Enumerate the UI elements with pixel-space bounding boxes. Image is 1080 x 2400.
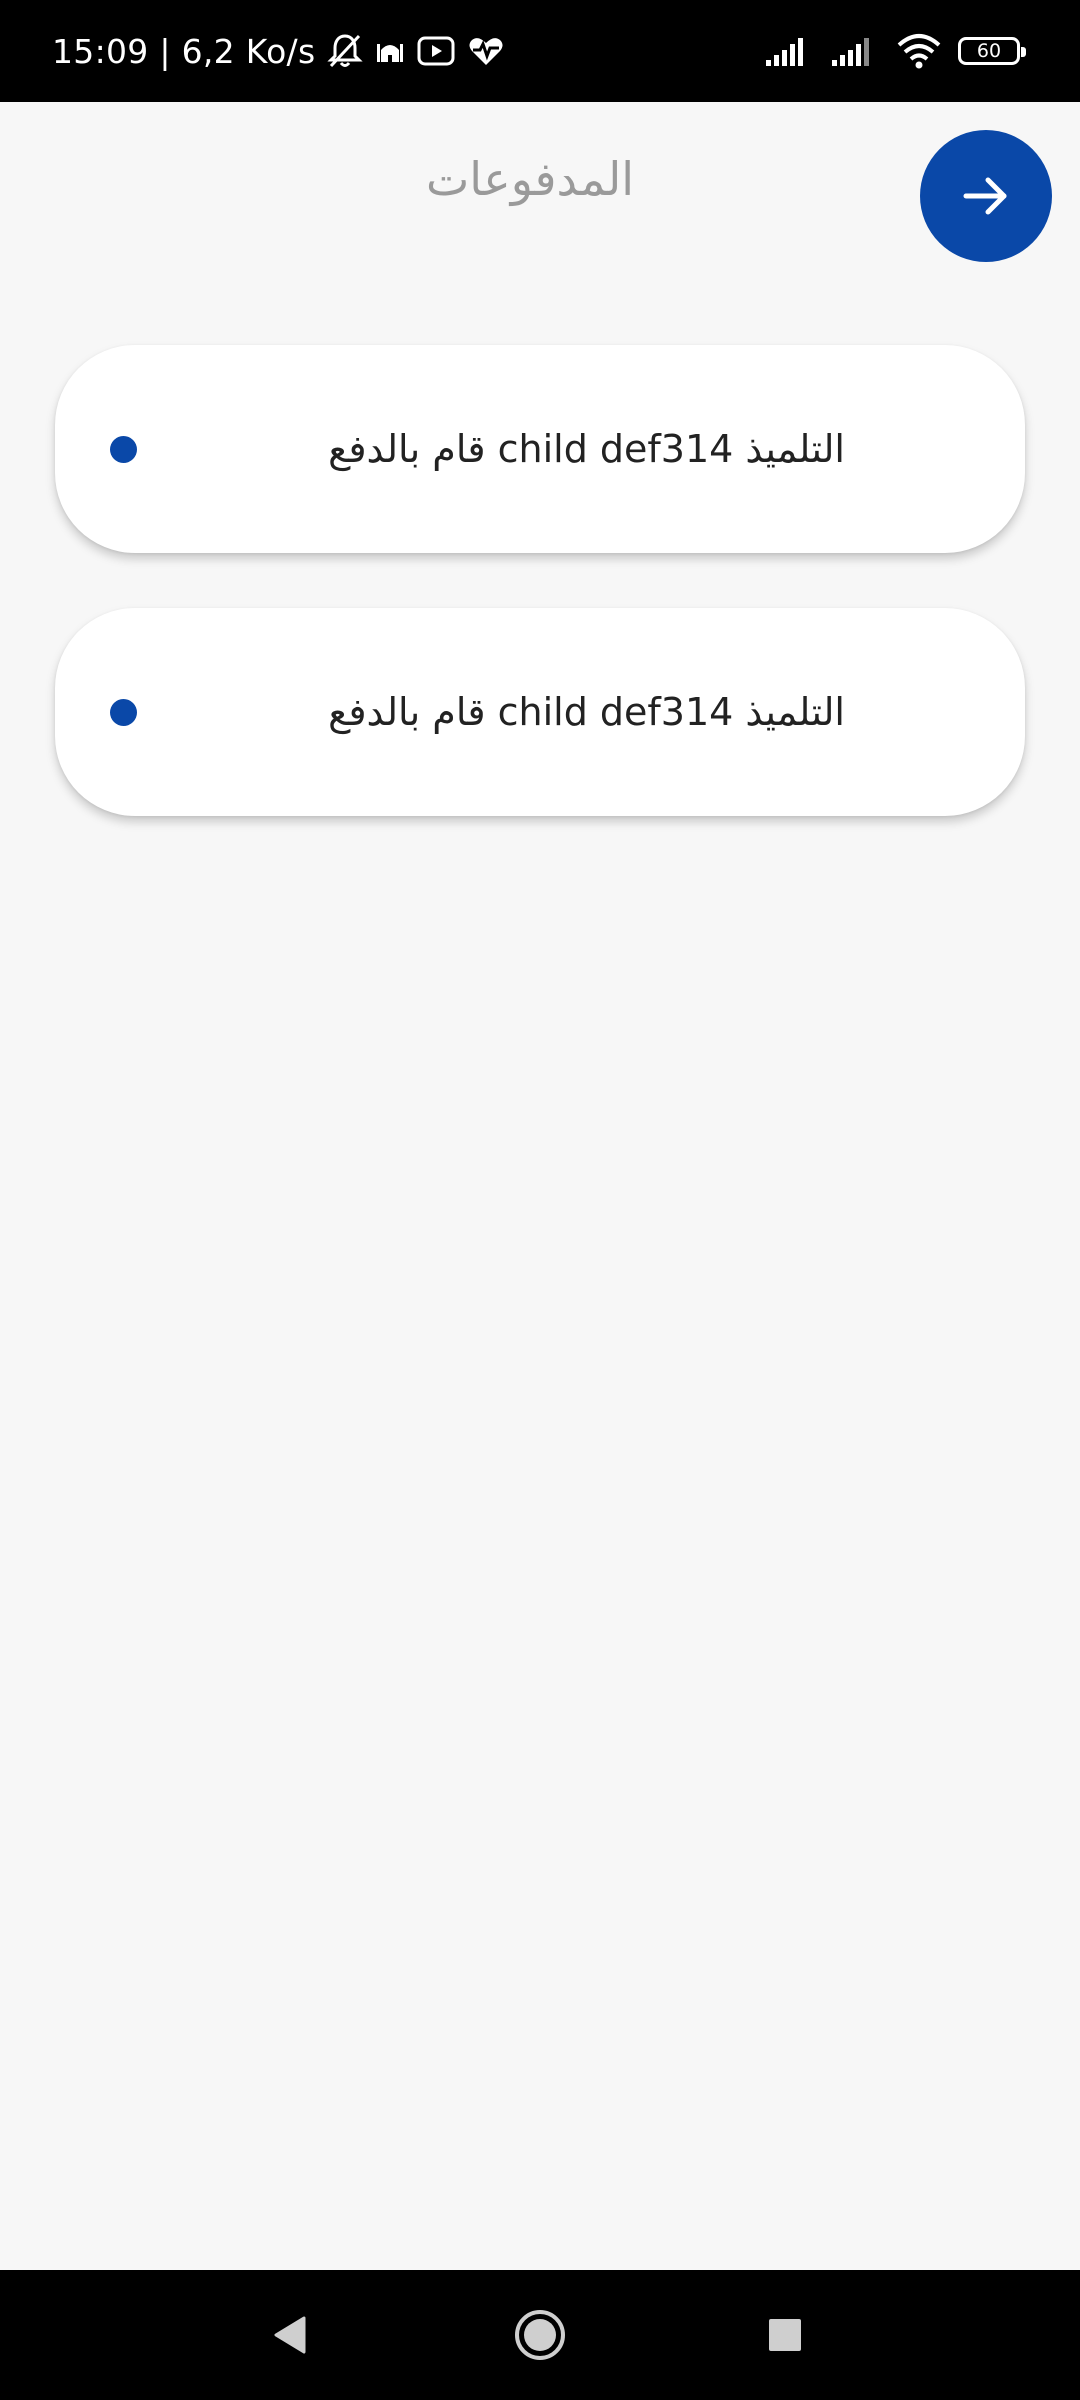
nav-back-button[interactable] <box>230 2270 350 2400</box>
status-dot-icon <box>110 436 137 463</box>
mosque-icon <box>375 0 405 102</box>
signal-icon <box>764 0 814 102</box>
signal-icon <box>830 0 880 102</box>
nav-home-button[interactable] <box>480 2270 600 2400</box>
status-left: 15:09 | 6,2 Ko/s <box>52 0 505 102</box>
status-right: 60 <box>764 0 1026 102</box>
app-screen: 15:09 | 6,2 Ko/s 60 المدفوعات التلميذ ch… <box>0 0 1080 2400</box>
payment-text: التلميذ child def314 قام بالدفع <box>328 427 845 471</box>
status-dot-icon <box>110 699 137 726</box>
arrow-right-icon <box>963 177 1007 215</box>
back-triangle-icon <box>274 2316 306 2354</box>
wifi-icon <box>896 0 942 102</box>
nav-recent-button[interactable] <box>725 2270 845 2400</box>
navigation-bar <box>0 2270 1080 2400</box>
recent-square-icon <box>769 2319 801 2351</box>
status-time-speed: 15:09 | 6,2 Ko/s <box>52 31 316 71</box>
page-title: المدفوعات <box>425 152 635 206</box>
payment-text: التلميذ child def314 قام بالدفع <box>328 690 845 734</box>
youtube-icon <box>417 0 455 102</box>
home-circle-icon <box>515 2310 565 2360</box>
battery-level: 60 <box>976 39 1002 62</box>
heart-pulse-icon <box>467 0 505 102</box>
payment-card[interactable]: التلميذ child def314 قام بالدفع <box>55 608 1025 816</box>
bell-off-icon <box>327 0 364 102</box>
payment-card[interactable]: التلميذ child def314 قام بالدفع <box>55 345 1025 553</box>
battery-icon: 60 <box>958 37 1026 65</box>
back-button[interactable] <box>920 130 1052 262</box>
status-bar: 15:09 | 6,2 Ko/s 60 <box>0 0 1080 102</box>
